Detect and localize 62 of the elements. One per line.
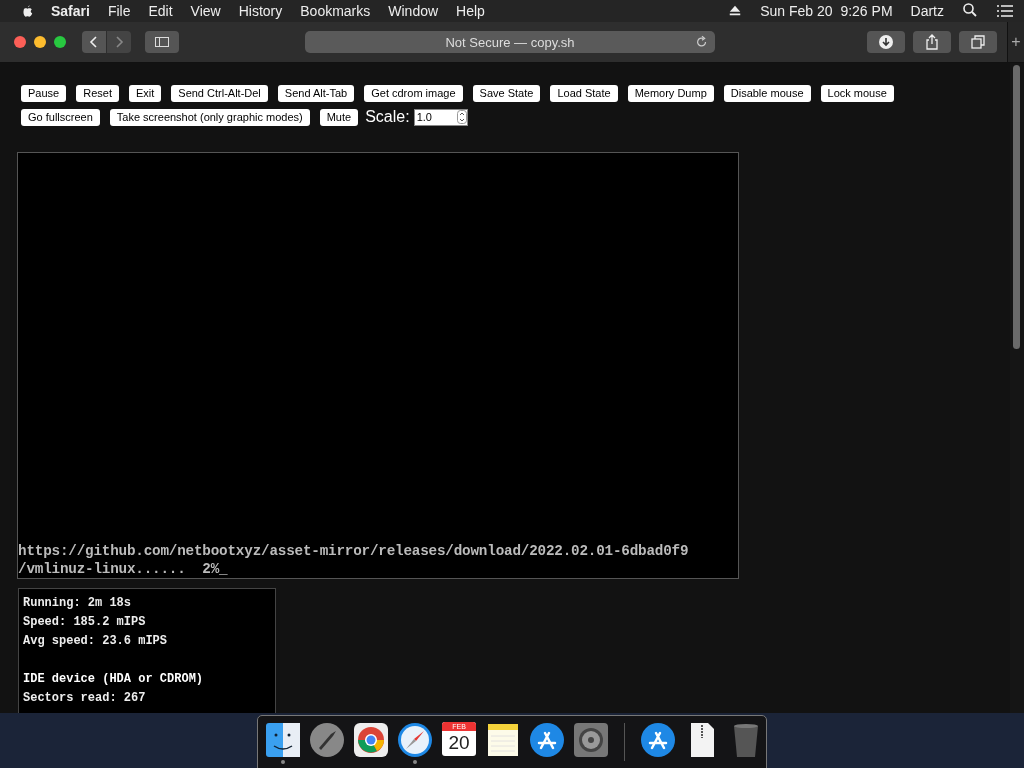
terminal-line: https://github.com/netbootxyz/asset-mirror/releases/download/2022.02.01-6dbad0f9 xyxy=(18,543,689,559)
control-button[interactable]: Load State xyxy=(550,85,618,102)
chrome-icon[interactable] xyxy=(353,722,389,758)
menu-item[interactable]: Help xyxy=(456,3,485,19)
scale-label: Scale: xyxy=(365,108,410,126)
menu-item[interactable]: Bookmarks xyxy=(300,3,371,19)
terminal-line: /vmlinuz-linux...... 2%_ xyxy=(18,561,228,577)
app-menu[interactable]: Safari xyxy=(51,3,90,19)
minimize-button[interactable] xyxy=(34,36,46,48)
control-button[interactable]: Lock mouse xyxy=(820,85,894,102)
download-button[interactable] xyxy=(867,31,905,53)
download-icon xyxy=(878,34,894,50)
control-button[interactable]: Disable mouse xyxy=(723,85,811,102)
tabs-button[interactable] xyxy=(959,31,997,53)
scale-field[interactable]: 1.0 xyxy=(413,108,468,126)
new-tab-button[interactable]: + xyxy=(1007,22,1024,62)
calendar-day: 20 xyxy=(448,731,470,754)
control-button[interactable]: Get cdrom image xyxy=(364,85,463,102)
stats-heading: IDE device (HDA or CDROM) xyxy=(23,671,204,688)
menu-item[interactable]: File xyxy=(107,3,131,19)
spinner-icon xyxy=(456,110,467,124)
scrollbar-thumb[interactable] xyxy=(1013,65,1020,349)
stats-line: Sectors read: 267 xyxy=(23,690,146,707)
list-icon xyxy=(996,3,1014,19)
sidebar-icon xyxy=(154,34,170,50)
tabs-icon xyxy=(970,34,986,50)
stats-line: Avg speed: 23.6 mIPS xyxy=(23,633,168,650)
running-indicator xyxy=(281,760,285,764)
menu-item[interactable]: Window xyxy=(388,3,439,19)
app-store-icon[interactable] xyxy=(640,722,676,758)
emulator-screen[interactable]: https://github.com/netbootxyz/asset-mirror/releases/download/2022.02.01-6dbad0f9 /vmlinuz-linux...... 2%_ xyxy=(17,152,739,579)
running-indicator xyxy=(413,760,417,764)
stats-line: Speed: 185.2 mIPS xyxy=(23,614,146,631)
menu-item[interactable]: History xyxy=(238,3,283,19)
notepad-icon[interactable] xyxy=(485,722,521,758)
back-button[interactable] xyxy=(82,31,106,53)
control-button[interactable]: Reset xyxy=(76,85,119,102)
finder-face-icon[interactable] xyxy=(265,722,301,758)
control-button[interactable]: Pause xyxy=(21,85,67,102)
address-bar[interactable]: Not Secure — copy.sh xyxy=(305,31,715,53)
control-button[interactable]: Memory Dump xyxy=(627,85,714,102)
control-button[interactable]: Send Alt-Tab xyxy=(277,85,355,102)
control-button[interactable]: Send Ctrl-Alt-Del xyxy=(171,85,268,102)
reload-icon xyxy=(695,35,709,49)
menu-clock[interactable]: Sun Feb 20 9:26 PM xyxy=(760,3,893,19)
control-button[interactable]: Go fullscreen xyxy=(21,108,100,126)
menu-item[interactable]: Edit xyxy=(148,3,173,19)
compass-icon[interactable] xyxy=(397,722,433,758)
control-button[interactable]: Mute xyxy=(319,108,359,126)
share-button[interactable] xyxy=(913,31,951,53)
control-button[interactable]: Take screenshot (only graphic modes) xyxy=(109,108,310,126)
control-button[interactable]: Exit xyxy=(128,85,162,102)
share-icon xyxy=(924,34,940,50)
menu-item[interactable]: View xyxy=(190,3,221,19)
search-icon xyxy=(962,1,978,18)
control-button[interactable]: Save State xyxy=(472,85,541,102)
zoom-button[interactable] xyxy=(54,36,66,48)
app-store-icon[interactable] xyxy=(529,722,565,758)
stats-line: Running: 2m 18s xyxy=(23,595,132,612)
sidebar-button[interactable] xyxy=(145,31,179,53)
close-button[interactable] xyxy=(14,36,26,48)
user-name[interactable]: Dartz xyxy=(910,3,944,19)
